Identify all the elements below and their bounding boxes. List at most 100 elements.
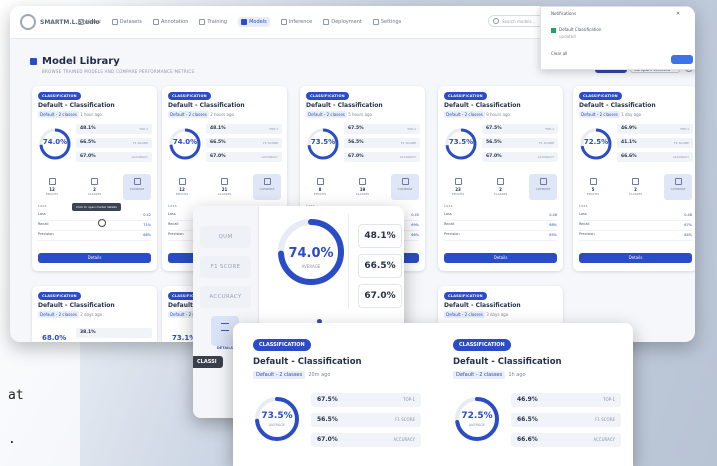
search-input[interactable]: Search models... [488, 15, 548, 27]
metric-value: 48.1% [80, 126, 96, 131]
classes-chip: Default - 2 classes [444, 111, 485, 118]
close-icon[interactable]: ✕ [676, 11, 680, 17]
metric-key: F1 SCORE [539, 141, 554, 145]
nav-label: Annotation [160, 19, 189, 25]
action-classes[interactable]: 2 CLASSES [81, 174, 109, 200]
nav-item-training[interactable]: Training [199, 19, 227, 25]
card-meta: Default - 2 classes 2 days ago [38, 311, 102, 318]
metric-key: ACCURACY [261, 155, 278, 159]
search-placeholder: Search models... [502, 18, 536, 24]
action-label: COMPARE [397, 187, 413, 191]
list-key: Precision [579, 232, 595, 236]
metric-value: 67.5% [317, 396, 338, 403]
action-compare[interactable]: COMPARE [253, 174, 281, 200]
list-value: 0.42 [143, 213, 151, 217]
metric-value: 67.0% [358, 284, 402, 308]
action-group: 23 EPOCHS 2 CLASSES COMPARE [444, 174, 557, 200]
metric-value: 66.6% [517, 436, 538, 443]
card-title: Default - Classification [306, 102, 383, 109]
model-card[interactable]: CLASSIFICATION Default - Classification De… [32, 286, 157, 342]
action-classes[interactable]: 2 CLASSES [487, 174, 515, 200]
popup-footer[interactable]: Clear all [551, 51, 567, 56]
nav-item-annotation[interactable]: Annotation [152, 19, 189, 25]
metric-value: 67.0% [317, 436, 338, 443]
compare-icon [674, 178, 682, 185]
action-epochs[interactable]: 8 EPOCHS [306, 174, 334, 200]
metric-value: 46.9% [517, 396, 538, 403]
classes-chip: Default - 2 classes [579, 111, 620, 118]
card-title: Default - Classification [444, 302, 521, 309]
list-key: Precision [444, 232, 460, 236]
classes-chip: Default - 2 classes [444, 311, 485, 318]
section-label: Loss [168, 204, 177, 208]
tab-f1-score[interactable]: F1 SCORE [200, 256, 251, 278]
action-classes[interactable]: 21 CLASSES [211, 174, 239, 200]
classes-chip: Default - 2 classes [453, 371, 506, 379]
metric-row: 67.0% ACCURACY [206, 152, 282, 162]
action-group: 8 EPOCHS 19 CLASSES COMPARE [306, 174, 419, 200]
list-item: Recall 68% [444, 222, 557, 231]
popup-action-button[interactable] [671, 55, 693, 64]
popup-item-sub: updated [559, 34, 576, 39]
list-value: 71% [143, 223, 151, 227]
nav-item-datasets[interactable]: Datasets [111, 19, 142, 25]
model-card[interactable]: CLASSIFICATION Default - Classification De… [438, 86, 563, 271]
card-age: 3 days ago [486, 312, 509, 317]
score-value: 73.5% [261, 411, 293, 421]
nav-label: Models [249, 19, 267, 25]
list-key: Loss [579, 212, 587, 216]
category-badge: CLASSIFICATION [253, 339, 311, 351]
tab-qum[interactable]: QUM [200, 226, 251, 248]
nav-item-home[interactable]: Home [78, 19, 101, 25]
action-epochs[interactable]: 12 EPOCHS [168, 174, 196, 200]
details-button[interactable]: Details [444, 253, 557, 263]
metric-key: ACCURACY [672, 155, 689, 159]
score-value: 73.5% [448, 138, 474, 146]
card-age: 2 hours ago [210, 112, 234, 117]
epochs-icon [589, 178, 597, 185]
action-compare[interactable]: COMPARE [123, 174, 151, 200]
zoom-card[interactable]: CLASSIFICATION Default - Classification … [433, 323, 633, 466]
metric-value: 56.5% [486, 140, 502, 145]
details-button[interactable]: Details [38, 253, 151, 263]
nav-item-settings[interactable]: Settings [372, 19, 401, 25]
card-age: 9 hours ago [486, 112, 510, 117]
metric-row: 66.6% ACCURACY [617, 152, 693, 162]
action-compare[interactable]: COMPARE [664, 174, 692, 200]
nav-item-deployment[interactable]: Deployment [323, 19, 362, 25]
metric-key: ACCURACY [593, 437, 615, 442]
list-value: 0.48 [684, 213, 692, 217]
metric-row: 66.5% F1 SCORE [206, 138, 282, 148]
card-age: 20m ago [308, 372, 331, 378]
metric-key: TOP-1 [269, 127, 278, 131]
metric-key: TOP-1 [403, 397, 415, 402]
tab-accuracy[interactable]: ACCURACY [200, 286, 251, 308]
details-button[interactable]: Details [579, 253, 692, 263]
nav-item-inference[interactable]: Inference [280, 19, 312, 25]
category-badge: CLASSIFICATION [38, 292, 81, 300]
brand[interactable]: SMARTM.L.Studio [20, 14, 100, 30]
action-epochs[interactable]: 23 EPOCHS [444, 174, 472, 200]
action-epochs[interactable]: 5 EPOCHS [579, 174, 607, 200]
card-title: Default - Classification [579, 102, 656, 109]
action-compare[interactable]: COMPARE [391, 174, 419, 200]
tag-icon [152, 19, 159, 25]
nav-item-models[interactable]: Models [238, 17, 270, 27]
status-icon [551, 27, 556, 33]
popup-item[interactable]: Default Classification [551, 27, 601, 33]
metric-value: 56.5% [348, 140, 364, 145]
model-card[interactable]: CLASSIFICATION Default - Classification De… [32, 86, 157, 271]
action-compare[interactable]: COMPARE [529, 174, 557, 200]
action-classes[interactable]: 19 CLASSES [349, 174, 377, 200]
metric-value: 48.1% [210, 126, 226, 131]
list-value: 0.46 [549, 213, 557, 217]
action-epochs[interactable]: 12 EPOCHS [38, 174, 66, 200]
action-classes[interactable]: 2 CLASSES [622, 174, 650, 200]
list-item: Precision 68% [38, 232, 151, 241]
model-card[interactable]: CLASSIFICATION Default - Classification De… [573, 86, 695, 271]
list-value: 65% [549, 233, 557, 237]
metric-key: TOP-1 [139, 127, 148, 131]
zoom-card[interactable]: CLASSIFICATION Default - Classification … [233, 323, 433, 466]
nav-label: Training [207, 19, 228, 25]
metric-value: 67.5% [486, 126, 502, 131]
